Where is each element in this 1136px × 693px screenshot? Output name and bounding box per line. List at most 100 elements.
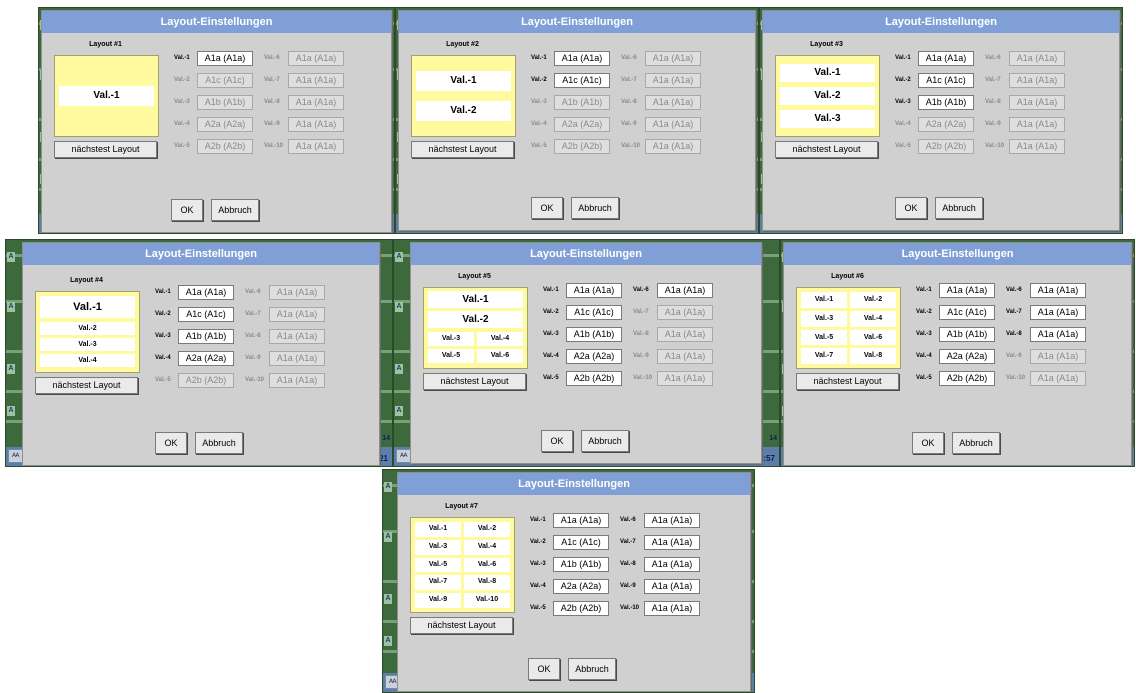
row-label: Val.-5 — [174, 143, 190, 149]
value-field[interactable]: A2a (A2a) — [554, 117, 610, 132]
value-field[interactable]: A1a (A1a) — [269, 351, 325, 366]
ok-button[interactable]: OK — [155, 432, 187, 454]
value-field[interactable]: A1a (A1a) — [657, 371, 713, 386]
value-field[interactable]: A1c (A1c) — [566, 305, 622, 320]
value-field[interactable]: A1a (A1a) — [288, 139, 344, 154]
value-field[interactable]: A2a (A2a) — [566, 349, 622, 364]
value-field[interactable]: A2b (A2b) — [553, 601, 609, 616]
value-field[interactable]: A1b (A1b) — [554, 95, 610, 110]
value-field[interactable]: A1c (A1c) — [939, 305, 995, 320]
value-field[interactable]: A2a (A2a) — [553, 579, 609, 594]
next-layout-button[interactable]: nächstest Layout — [775, 141, 878, 158]
value-field[interactable]: A2b (A2b) — [197, 139, 253, 154]
value-field[interactable]: A1a (A1a) — [657, 327, 713, 342]
layout-name: Layout #3 — [810, 41, 843, 48]
value-field[interactable]: A1a (A1a) — [645, 95, 701, 110]
value-field[interactable]: A1a (A1a) — [269, 307, 325, 322]
value-field[interactable]: A1b (A1b) — [566, 327, 622, 342]
value-field[interactable]: A1b (A1b) — [939, 327, 995, 342]
preview-value-box: Val.-3 — [801, 310, 847, 327]
next-layout-button[interactable]: nächstest Layout — [35, 377, 138, 394]
value-field[interactable]: A1b (A1b) — [178, 329, 234, 344]
value-field[interactable]: A1a (A1a) — [645, 51, 701, 66]
value-field[interactable]: A1a (A1a) — [657, 349, 713, 364]
value-field[interactable]: A2b (A2b) — [918, 139, 974, 154]
value-field[interactable]: A1c (A1c) — [197, 73, 253, 88]
ok-button[interactable]: OK — [171, 199, 203, 221]
value-field[interactable]: A1a (A1a) — [1030, 349, 1086, 364]
value-field[interactable]: A2b (A2b) — [566, 371, 622, 386]
value-field[interactable]: A1a (A1a) — [288, 95, 344, 110]
value-field[interactable]: A1b (A1b) — [197, 95, 253, 110]
value-field[interactable]: A1a (A1a) — [178, 285, 234, 300]
value-field[interactable]: A1a (A1a) — [288, 73, 344, 88]
value-field[interactable]: A1a (A1a) — [644, 557, 700, 572]
cancel-button[interactable]: Abbruch — [935, 197, 983, 219]
cancel-button[interactable]: Abbruch — [581, 430, 629, 452]
value-field[interactable]: A2a (A2a) — [178, 351, 234, 366]
value-field[interactable]: A1a (A1a) — [1009, 139, 1065, 154]
value-field[interactable]: A1a (A1a) — [269, 285, 325, 300]
row-label: Val.-9 — [620, 583, 636, 589]
ok-button[interactable]: OK — [541, 430, 573, 452]
value-field[interactable]: A1a (A1a) — [1030, 327, 1086, 342]
value-field[interactable]: A1a (A1a) — [645, 117, 701, 132]
next-layout-button[interactable]: nächstest Layout — [423, 373, 526, 390]
value-field[interactable]: A2b (A2b) — [939, 371, 995, 386]
value-field[interactable]: A1a (A1a) — [644, 579, 700, 594]
value-field[interactable]: A1c (A1c) — [554, 73, 610, 88]
cancel-button[interactable]: Abbruch — [195, 432, 243, 454]
cancel-button[interactable]: Abbruch — [568, 658, 616, 680]
value-field[interactable]: A1a (A1a) — [1009, 51, 1065, 66]
cancel-button[interactable]: Abbruch — [211, 199, 259, 221]
preview-value-box: Val.-4 — [464, 539, 510, 555]
value-field[interactable]: A1b (A1b) — [553, 557, 609, 572]
value-field[interactable]: A1c (A1c) — [178, 307, 234, 322]
value-field[interactable]: A1a (A1a) — [1030, 371, 1086, 386]
value-field[interactable]: A1a (A1a) — [918, 51, 974, 66]
value-field[interactable]: A1b (A1b) — [918, 95, 974, 110]
value-field[interactable]: A1a (A1a) — [554, 51, 610, 66]
value-field[interactable]: A1a (A1a) — [644, 535, 700, 550]
next-layout-button[interactable]: nächstest Layout — [410, 617, 513, 634]
value-field[interactable]: A1a (A1a) — [269, 329, 325, 344]
value-field[interactable]: A1a (A1a) — [553, 513, 609, 528]
value-field[interactable]: A1a (A1a) — [644, 513, 700, 528]
value-field[interactable]: A2b (A2b) — [178, 373, 234, 388]
ok-button[interactable]: OK — [528, 658, 560, 680]
value-field[interactable]: A1a (A1a) — [1030, 305, 1086, 320]
value-field[interactable]: A2b (A2b) — [554, 139, 610, 154]
value-field[interactable]: A1a (A1a) — [1009, 73, 1065, 88]
value-field[interactable]: A1c (A1c) — [553, 535, 609, 550]
next-layout-button[interactable]: nächstest Layout — [411, 141, 514, 158]
value-field[interactable]: A1a (A1a) — [288, 51, 344, 66]
value-field[interactable]: A1a (A1a) — [1009, 117, 1065, 132]
value-field[interactable]: A1a (A1a) — [657, 305, 713, 320]
value-field[interactable]: A1a (A1a) — [645, 139, 701, 154]
value-field[interactable]: A1c (A1c) — [918, 73, 974, 88]
value-field[interactable]: A1a (A1a) — [645, 73, 701, 88]
ok-button[interactable]: OK — [912, 432, 944, 454]
value-field[interactable]: A1a (A1a) — [566, 283, 622, 298]
next-layout-button[interactable]: nächstest Layout — [54, 141, 157, 158]
next-layout-button[interactable]: nächstest Layout — [796, 373, 899, 390]
row-label: Val.-10 — [620, 605, 640, 611]
ok-button[interactable]: OK — [895, 197, 927, 219]
row-label: Val.-6 — [620, 517, 636, 523]
value-field[interactable]: A1a (A1a) — [269, 373, 325, 388]
value-field[interactable]: A1a (A1a) — [644, 601, 700, 616]
value-field[interactable]: A1a (A1a) — [197, 51, 253, 66]
row-label: Val.-3 — [895, 99, 911, 105]
row-label: Val.-3 — [530, 561, 546, 567]
cancel-button[interactable]: Abbruch — [952, 432, 1000, 454]
value-field[interactable]: A2a (A2a) — [939, 349, 995, 364]
value-field[interactable]: A2a (A2a) — [197, 117, 253, 132]
ok-button[interactable]: OK — [531, 197, 563, 219]
value-field[interactable]: A1a (A1a) — [939, 283, 995, 298]
value-field[interactable]: A1a (A1a) — [1009, 95, 1065, 110]
value-field[interactable]: A1a (A1a) — [1030, 283, 1086, 298]
cancel-button[interactable]: Abbruch — [571, 197, 619, 219]
value-field[interactable]: A2a (A2a) — [918, 117, 974, 132]
value-field[interactable]: A1a (A1a) — [288, 117, 344, 132]
value-field[interactable]: A1a (A1a) — [657, 283, 713, 298]
